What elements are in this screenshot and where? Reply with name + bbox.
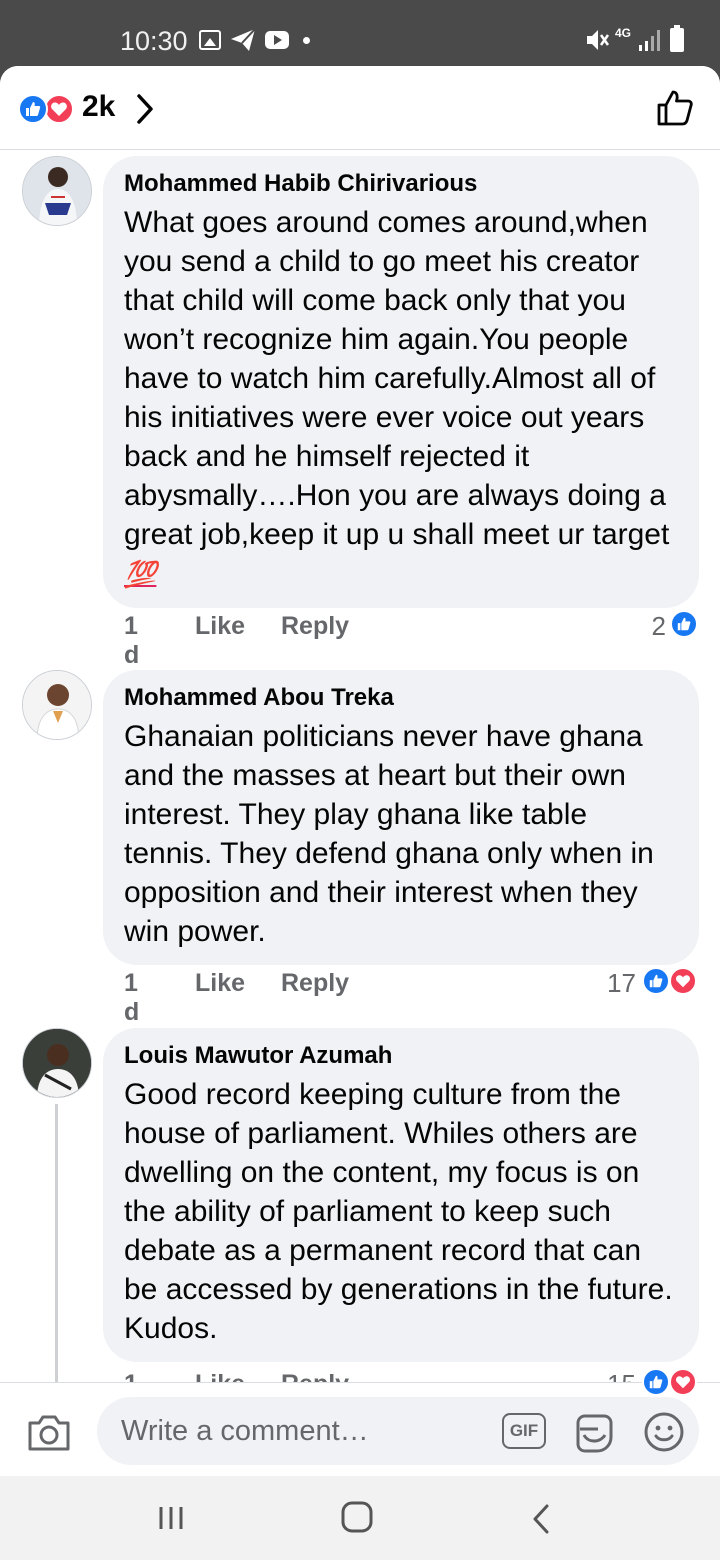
network-type-label: 4G bbox=[615, 26, 632, 40]
love-reaction-icon bbox=[669, 967, 697, 995]
love-reaction-icon bbox=[44, 94, 74, 124]
comment-reaction-count[interactable]: 17 bbox=[596, 968, 636, 999]
comment-bubble[interactable]: Louis Mawutor Azumah Good record keeping… bbox=[103, 1028, 699, 1362]
like-button-icon[interactable] bbox=[655, 88, 695, 133]
like-reaction-icon bbox=[18, 94, 48, 124]
love-reaction-icon bbox=[669, 1368, 697, 1396]
comment-like-button[interactable]: Like bbox=[195, 612, 245, 641]
comment-text: What goes around comes around,when you s… bbox=[124, 203, 679, 594]
comment-time[interactable]: 1 d bbox=[124, 612, 139, 670]
like-reaction-icon bbox=[642, 967, 670, 995]
hundred-points-emoji: 💯 bbox=[124, 559, 157, 589]
comment-like-button[interactable]: Like bbox=[195, 969, 245, 998]
camera-icon[interactable] bbox=[26, 1413, 72, 1458]
gallery-icon bbox=[199, 30, 221, 50]
comment-bubble[interactable]: Mohammed Abou Treka Ghanaian politicians… bbox=[103, 670, 699, 965]
notification-dot-icon bbox=[303, 37, 310, 44]
avatar[interactable] bbox=[22, 670, 92, 740]
comment-author[interactable]: Mohammed Abou Treka bbox=[124, 683, 679, 713]
chevron-right-icon[interactable] bbox=[135, 93, 155, 130]
recent-apps-icon[interactable] bbox=[157, 1504, 185, 1537]
emoji-icon[interactable] bbox=[643, 1411, 685, 1458]
comment-text: Ghanaian politicians never have ghana an… bbox=[124, 720, 654, 948]
system-nav-bar bbox=[0, 1476, 720, 1560]
avatar[interactable] bbox=[22, 1028, 92, 1098]
like-reaction-icon bbox=[642, 1368, 670, 1396]
status-time: 10:30 bbox=[120, 26, 188, 56]
comment-text: Good record keeping culture from the hou… bbox=[124, 1078, 673, 1345]
reaction-count[interactable]: 2k bbox=[82, 90, 115, 124]
avatar[interactable] bbox=[22, 156, 92, 226]
comment-bubble[interactable]: Mohammed Habib Chirivarious What goes ar… bbox=[103, 156, 699, 608]
comments-sheet: 2k Mohammed Habib Chirivarious What goes… bbox=[0, 66, 720, 1476]
comment-author[interactable]: Mohammed Habib Chirivarious bbox=[124, 169, 679, 199]
youtube-icon bbox=[265, 31, 289, 49]
comment-reaction-count[interactable]: 2 bbox=[630, 611, 666, 642]
comment-author[interactable]: Louis Mawutor Azumah bbox=[124, 1041, 679, 1071]
like-reaction-icon bbox=[670, 610, 698, 638]
battery-icon bbox=[670, 25, 684, 52]
comment-reply-button[interactable]: Reply bbox=[281, 969, 349, 998]
reactions-header[interactable]: 2k bbox=[0, 66, 720, 150]
signal-icon bbox=[638, 28, 662, 57]
reply-thread-line bbox=[55, 1104, 58, 1404]
home-icon[interactable] bbox=[340, 1500, 374, 1539]
comment-time[interactable]: 1 d bbox=[124, 969, 139, 1027]
comment-text-body: What goes around comes around,when you s… bbox=[124, 206, 670, 551]
mute-icon bbox=[584, 27, 610, 58]
comment-reply-button[interactable]: Reply bbox=[281, 612, 349, 641]
comment-composer: GIF bbox=[0, 1382, 720, 1476]
telegram-icon bbox=[230, 28, 256, 57]
gif-icon[interactable]: GIF bbox=[502, 1413, 546, 1449]
back-icon[interactable] bbox=[530, 1502, 552, 1541]
status-bar: 10:30 4G bbox=[0, 0, 720, 66]
sticker-icon[interactable] bbox=[572, 1411, 616, 1460]
